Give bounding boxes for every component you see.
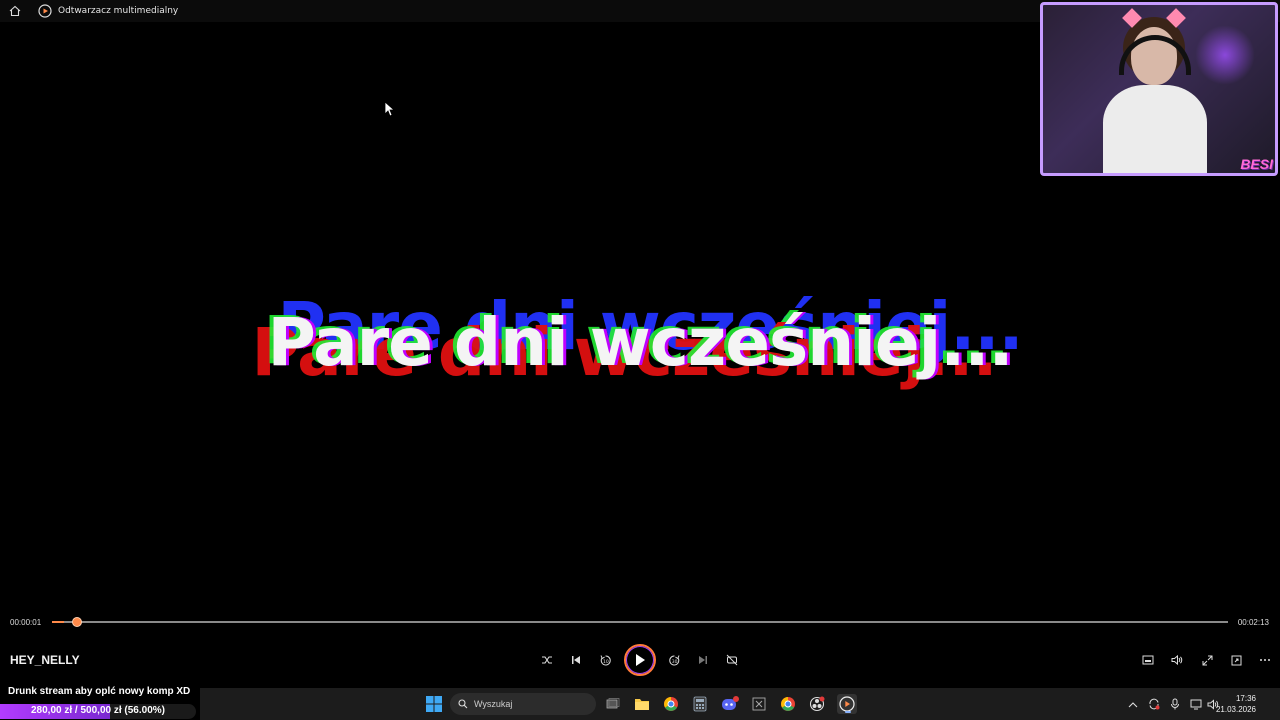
home-icon xyxy=(9,5,21,17)
windows-icon xyxy=(426,696,442,712)
x-app-icon xyxy=(752,697,766,711)
purple-light xyxy=(1195,25,1255,85)
caption-text: Pare dni wcześniej... xyxy=(267,304,1013,381)
play-button[interactable] xyxy=(624,644,656,676)
next-icon xyxy=(699,656,707,664)
rewind-10-icon: 10 xyxy=(600,654,611,665)
svg-text:30: 30 xyxy=(671,659,677,665)
calculator-icon xyxy=(693,696,707,712)
window-title: Odtwarzacz multimedialny xyxy=(58,6,179,16)
start-button[interactable] xyxy=(424,694,444,714)
tray-mic-button[interactable] xyxy=(1168,697,1182,711)
shuffle-icon xyxy=(542,656,552,664)
media-player-taskbar-button[interactable] xyxy=(837,694,857,714)
goal-amount: 280,00 zł / 500,00 zł (56.00%) xyxy=(31,705,165,716)
more-icon xyxy=(1260,659,1270,661)
previous-icon xyxy=(572,656,580,664)
taskbar: Wyszukaj 17:36 21.03.2026 xyxy=(200,688,1280,720)
forward-button[interactable]: 30 xyxy=(663,650,685,670)
task-view-icon xyxy=(606,698,620,709)
tray-network-button[interactable] xyxy=(1189,697,1203,711)
clock-time: 17:36 xyxy=(1235,694,1256,703)
tray-sync-button[interactable] xyxy=(1147,697,1161,711)
seek-fill xyxy=(52,621,64,623)
more-button[interactable] xyxy=(1254,650,1276,670)
fullscreen-button[interactable] xyxy=(1196,650,1218,670)
shuffle-button[interactable] xyxy=(536,650,558,670)
discord-icon xyxy=(722,696,739,710)
search-icon xyxy=(458,699,468,709)
play-icon xyxy=(636,654,645,666)
mouse-cursor-icon xyxy=(384,101,394,117)
discord-button[interactable] xyxy=(720,694,740,714)
rewind-button[interactable]: 10 xyxy=(594,650,616,670)
forward-30-icon: 30 xyxy=(668,654,679,665)
active-indicator xyxy=(845,711,851,713)
current-time: 00:00:01 xyxy=(10,618,42,627)
folder-icon xyxy=(635,699,649,710)
miniplayer-icon xyxy=(1142,655,1154,665)
chevron-up-icon xyxy=(1128,701,1138,707)
calculator-button[interactable] xyxy=(690,694,710,714)
chrome-button[interactable] xyxy=(661,694,681,714)
webcam-logo: BESI xyxy=(1240,156,1273,172)
cast-icon xyxy=(1231,655,1241,665)
media-player-icon xyxy=(839,696,855,712)
seek-track[interactable] xyxy=(52,617,1228,627)
media-title: HEY_NELLY xyxy=(10,653,80,667)
goal-progress-bar: 280,00 zł / 500,00 zł (56.00%) xyxy=(0,704,196,719)
task-view-button[interactable] xyxy=(603,694,623,714)
total-time: 00:02:13 xyxy=(1237,618,1269,627)
streamer-body xyxy=(1103,85,1207,173)
cast-button[interactable] xyxy=(1225,650,1247,670)
previous-button[interactable] xyxy=(565,650,587,670)
excel-button[interactable] xyxy=(749,694,769,714)
fullscreen-icon xyxy=(1202,655,1212,665)
volume-icon xyxy=(1171,654,1183,666)
sync-icon xyxy=(1149,698,1160,710)
microphone-icon xyxy=(1171,698,1179,710)
svg-text:10: 10 xyxy=(603,659,609,665)
media-player-icon xyxy=(38,4,52,18)
webcam-overlay: BESI xyxy=(1040,2,1278,176)
volume-button[interactable] xyxy=(1166,650,1188,670)
repeat-button[interactable] xyxy=(721,650,743,670)
chrome-profile-button[interactable] xyxy=(778,694,798,714)
file-explorer-button[interactable] xyxy=(632,694,652,714)
chrome-icon xyxy=(664,697,678,711)
repeat-off-icon xyxy=(726,654,738,666)
taskbar-search[interactable]: Wyszukaj xyxy=(450,693,596,715)
player-controls: HEY_NELLY 10 30 xyxy=(0,632,1280,688)
network-icon xyxy=(1190,699,1202,709)
tray-overflow-button[interactable] xyxy=(1126,697,1140,711)
home-button[interactable] xyxy=(0,0,30,22)
chrome-icon xyxy=(781,697,795,711)
clock-date: 21.03.2026 xyxy=(1215,705,1256,714)
search-placeholder: Wyszukaj xyxy=(474,699,513,709)
miniplayer-button[interactable] xyxy=(1137,650,1159,670)
obs-icon xyxy=(809,696,825,712)
goal-title: Drunk stream aby oplć nowy komp XD xyxy=(8,686,191,697)
taskbar-clock[interactable]: 17:36 21.03.2026 xyxy=(1216,693,1256,715)
obs-button[interactable] xyxy=(807,694,827,714)
donation-goal: Drunk stream aby oplć nowy komp XD 280,0… xyxy=(0,684,200,720)
next-button[interactable] xyxy=(692,650,714,670)
seek-thumb[interactable] xyxy=(72,617,82,627)
seek-bar-row: 00:00:01 00:02:13 xyxy=(0,612,1280,632)
